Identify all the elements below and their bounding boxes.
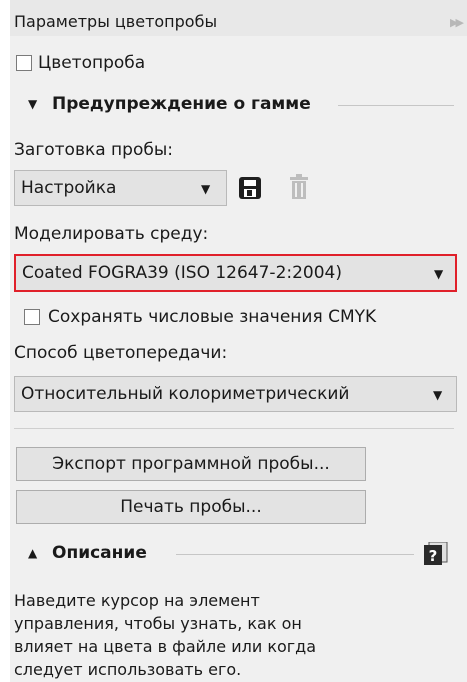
double-chevron-right-icon[interactable]: ▶▶ — [450, 16, 464, 29]
triangle-down-icon: ▼ — [434, 267, 444, 281]
triangle-down-icon: ▼ — [201, 182, 211, 196]
simulate-device-value: Coated FOGRA39 (ISO 12647-2:2004) — [22, 263, 343, 283]
description-help-text: Наведите курсор на элемент управления, ч… — [14, 591, 317, 679]
preserve-cmyk-checkbox[interactable] — [24, 309, 40, 325]
help-question-icon[interactable]: ? — [423, 542, 449, 566]
proof-checkbox[interactable] — [16, 55, 32, 71]
proof-settings-panel: Параметры цветопробы ▶▶ Цветопроба ▼ Пре… — [10, 0, 467, 682]
triangle-down-icon: ▼ — [433, 388, 443, 402]
simulate-device-dropdown[interactable]: Coated FOGRA39 (ISO 12647-2:2004) ▼ — [14, 254, 457, 292]
section-divider — [338, 105, 454, 106]
gamut-warning-section-title[interactable]: Предупреждение о гамме — [52, 94, 311, 114]
rendering-intent-value: Относительный колориметрический — [21, 384, 350, 404]
export-soft-proof-button[interactable]: Экспорт программной пробы... — [16, 447, 366, 481]
rendering-intent-dropdown[interactable]: Относительный колориметрический ▼ — [14, 376, 457, 412]
preset-dropdown[interactable]: Настройка ▼ — [14, 170, 227, 206]
section-collapse-arrow-icon[interactable]: ▼ — [28, 94, 37, 114]
panel-title: Параметры цветопробы — [14, 12, 218, 31]
save-disk-icon[interactable] — [238, 176, 262, 200]
rendering-intent-label: Способ цветопередачи: — [14, 343, 228, 363]
description-section-title[interactable]: Описание — [52, 543, 147, 563]
divider-line — [14, 428, 454, 429]
simulate-label: Моделировать среду: — [14, 224, 209, 244]
preserve-cmyk-label: Сохранять числовые значения CMYK — [48, 307, 377, 327]
svg-text:?: ? — [429, 547, 438, 565]
section-expand-arrow-icon[interactable]: ▲ — [28, 543, 37, 563]
print-proof-button[interactable]: Печать пробы... — [16, 490, 366, 524]
proof-checkbox-label: Цветопроба — [38, 53, 146, 73]
preset-label: Заготовка пробы: — [14, 140, 174, 160]
panel-titlebar: Параметры цветопробы ▶▶ — [10, 0, 467, 36]
section-divider — [176, 554, 414, 555]
trash-icon[interactable] — [288, 174, 310, 200]
preset-dropdown-value: Настройка — [21, 178, 117, 198]
